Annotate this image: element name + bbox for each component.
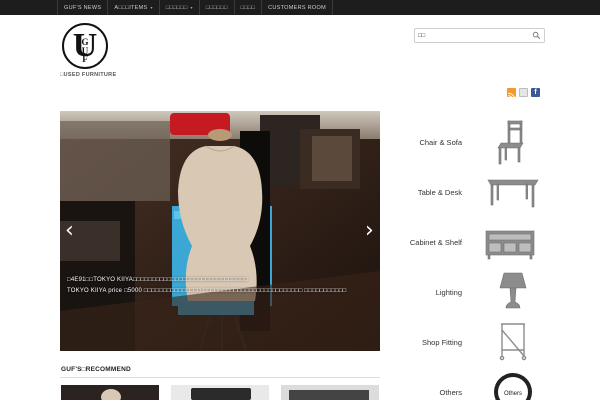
rss-icon[interactable] <box>507 88 516 100</box>
nav-item-3[interactable]: □□□□□□ <box>198 0 234 15</box>
facebook-icon[interactable]: f <box>531 88 540 97</box>
search-input[interactable] <box>418 30 530 41</box>
recommend-item-thumbnail[interactable] <box>61 385 159 400</box>
category-shop-fitting[interactable]: Shop Fitting <box>400 338 462 347</box>
recommend-item-thumbnail[interactable] <box>281 385 379 400</box>
others-badge-text: Others <box>504 391 522 397</box>
delicious-icon[interactable] <box>519 88 528 97</box>
recommend-heading: GUF'S□RECOMMEND <box>61 366 131 373</box>
nav-item-label: CUSTOMERS ROOM <box>268 4 326 11</box>
image-slider[interactable] <box>60 111 380 351</box>
lamp-icon[interactable] <box>482 268 544 316</box>
recommend-divider <box>60 377 380 378</box>
category-cabinet-shelf[interactable]: Cabinet & Shelf <box>400 238 462 247</box>
slide-caption-line-2: TOKYO KIIYA price □5000 □□□□□□□□□□□□□□□ … <box>67 288 347 294</box>
chair-icon[interactable] <box>482 118 544 166</box>
nav-item-5[interactable]: CUSTOMERS ROOM <box>261 0 333 15</box>
search-box <box>414 28 545 43</box>
nav-item-2[interactable]: □□□□□□ ▾ <box>158 0 199 15</box>
nav-item-label: A□□□ITEMS <box>114 4 148 11</box>
nav-item-0[interactable]: GUF'S NEWS <box>57 0 107 15</box>
nav-item-4[interactable]: □□□□ <box>233 0 262 15</box>
nav-item-label: □□□□□□ <box>165 4 188 11</box>
slider-next-arrow[interactable]: › <box>365 220 374 242</box>
cabinet-icon[interactable] <box>482 220 544 268</box>
others-icon[interactable]: Others <box>482 370 544 400</box>
recommend-item-thumbnail[interactable] <box>171 385 269 400</box>
rack-icon[interactable] <box>482 318 544 366</box>
category-others[interactable]: Others <box>400 388 462 397</box>
top-navigation: GUF'S NEWS A□□□ITEMS ▾ □□□□□□ ▾ □□□□□□ □□□□ CUS… <box>0 0 600 15</box>
category-chair-sofa[interactable]: Chair & Sofa <box>400 138 462 147</box>
nav-item-label: □□□□ <box>240 4 256 11</box>
chevron-down-icon: ▾ <box>150 5 153 10</box>
slider-prev-arrow[interactable]: ‹ <box>65 220 74 242</box>
search-icon[interactable] <box>532 31 541 40</box>
site-tagline: □USED FURNITURE <box>60 72 117 78</box>
nav-item-label: □□□□□□ <box>205 4 228 11</box>
logo-small-letters: GUF <box>81 37 89 65</box>
category-lighting[interactable]: Lighting <box>400 288 462 297</box>
nav-menu: GUF'S NEWS A□□□ITEMS ▾ □□□□□□ ▾ □□□□□□ □□□□ CUS… <box>57 0 333 15</box>
table-icon[interactable] <box>482 170 544 218</box>
slide-caption-line-1: □4E91□□TOKYO KIIYA□□□□□□□□□□□□□□□□□□□□□□… <box>67 277 248 283</box>
nav-item-label: GUF'S NEWS <box>64 4 102 11</box>
nav-item-1[interactable]: A□□□ITEMS ▾ <box>107 0 158 15</box>
chevron-down-icon: ▾ <box>190 5 193 10</box>
slide-photo <box>60 111 380 351</box>
category-table-desk[interactable]: Table & Desk <box>400 188 462 197</box>
site-logo[interactable]: U GUF <box>62 23 108 69</box>
